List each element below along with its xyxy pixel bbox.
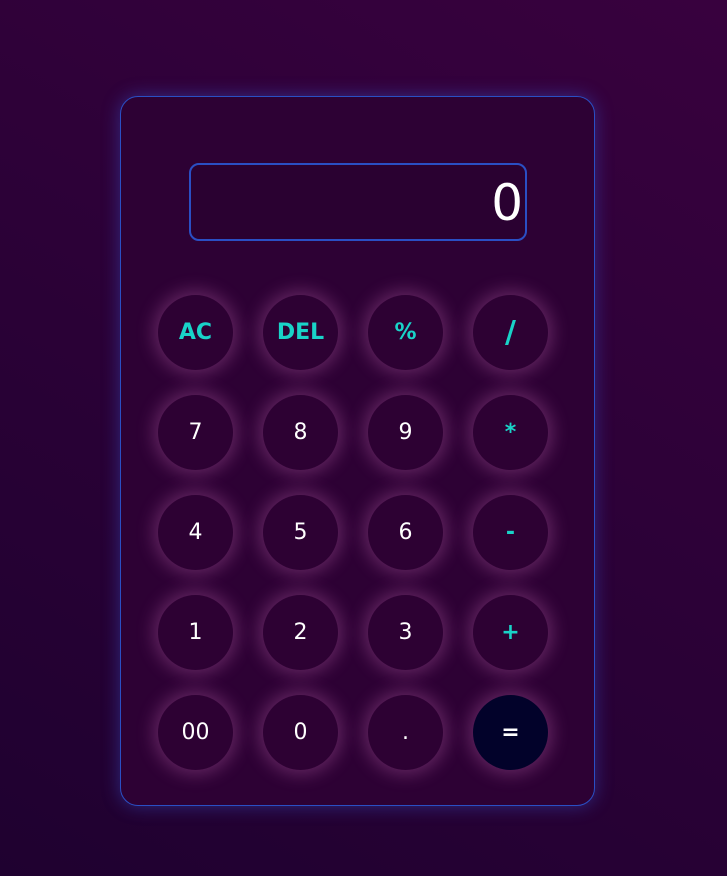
multiply-button[interactable]: * bbox=[473, 395, 548, 470]
equals-button[interactable]: = bbox=[473, 695, 548, 770]
calculator: 0 AC DEL%/7 8 9 * 4 5 6-1 2 3 +00 0. = bbox=[120, 96, 595, 806]
digit-8-button[interactable]: 8 bbox=[263, 395, 338, 470]
digit-4-button[interactable]: 4 bbox=[158, 495, 233, 570]
digit-9-button[interactable]: 9 bbox=[368, 395, 443, 470]
add-button[interactable]: + bbox=[473, 595, 548, 670]
clear-button[interactable]: AC bbox=[158, 295, 233, 370]
digit-2-button[interactable]: 2 bbox=[263, 595, 338, 670]
digit-0-button[interactable]: 0 bbox=[263, 695, 338, 770]
digit-6-button[interactable]: 6 bbox=[368, 495, 443, 570]
subtract-button[interactable]: - bbox=[473, 495, 548, 570]
divide-button[interactable]: / bbox=[473, 295, 548, 370]
display-value: 0 bbox=[491, 174, 523, 232]
digit-7-button[interactable]: 7 bbox=[158, 395, 233, 470]
delete-button[interactable]: DEL bbox=[263, 295, 338, 370]
digit-1-button[interactable]: 1 bbox=[158, 595, 233, 670]
keypad: AC DEL%/7 8 9 * 4 5 6-1 2 3 +00 0. = bbox=[158, 295, 548, 770]
percent-button[interactable]: % bbox=[368, 295, 443, 370]
display-screen: 0 bbox=[189, 163, 527, 241]
decimal-point-button[interactable]: . bbox=[368, 695, 443, 770]
digit-3-button[interactable]: 3 bbox=[368, 595, 443, 670]
digit-5-button[interactable]: 5 bbox=[263, 495, 338, 570]
double-zero-button[interactable]: 00 bbox=[158, 695, 233, 770]
